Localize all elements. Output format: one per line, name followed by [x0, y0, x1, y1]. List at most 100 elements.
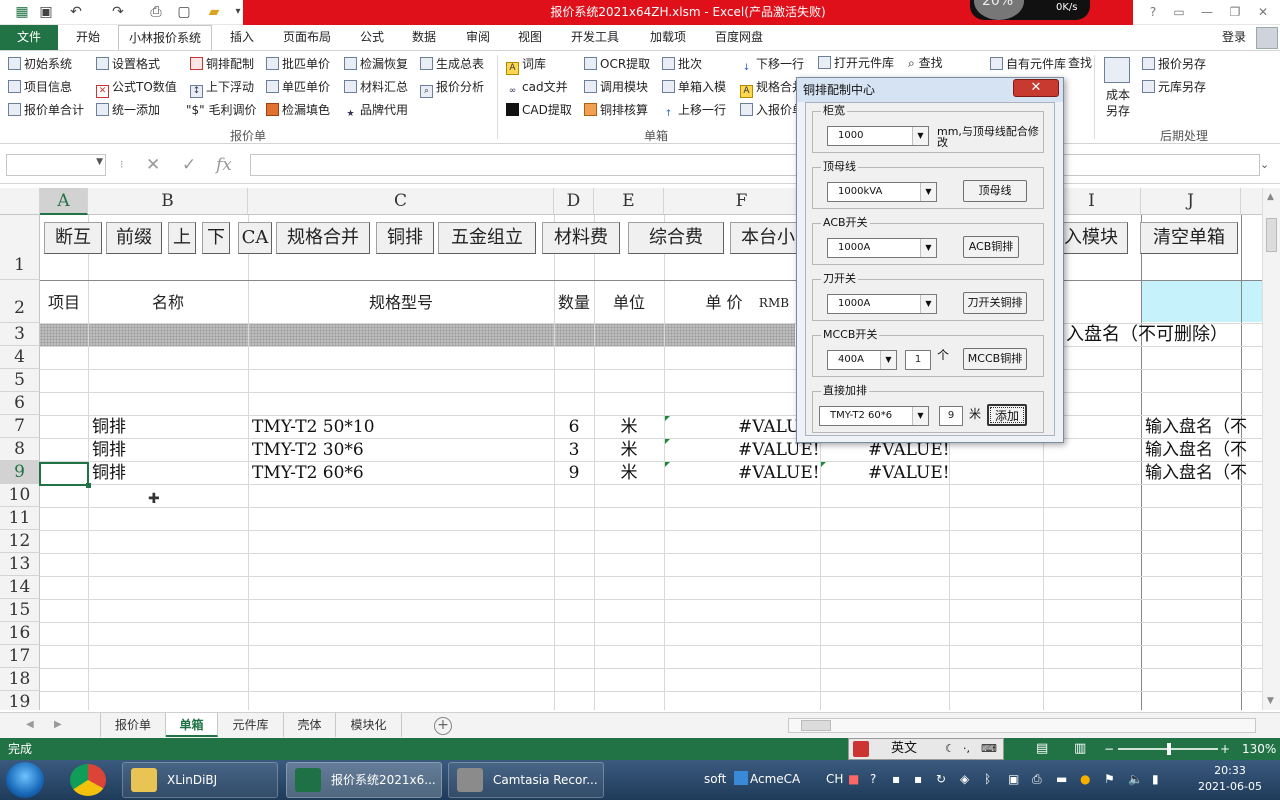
- zoom-out-icon[interactable]: −: [1104, 738, 1114, 760]
- row-header-11[interactable]: 11: [0, 507, 40, 530]
- sheet-tab-housing[interactable]: 壳体: [284, 713, 336, 737]
- tab-page-layout[interactable]: 页面布局: [274, 25, 340, 50]
- sheet-nav-next-icon[interactable]: ▶: [54, 713, 62, 737]
- expand-formula-icon[interactable]: ⌄: [1260, 154, 1269, 176]
- check-fill-color-button[interactable]: 检漏填色: [266, 99, 330, 121]
- tab-insert[interactable]: 插入: [220, 25, 264, 50]
- macro-button-spec-merge[interactable]: 规格合并: [276, 222, 370, 254]
- chevron-down-icon[interactable]: ▼: [920, 295, 936, 313]
- cell-D7[interactable]: 6: [554, 416, 594, 438]
- cell-G9[interactable]: #VALUE!: [868, 462, 950, 484]
- macro-button-clear-single-box[interactable]: 清空单箱: [1140, 222, 1238, 254]
- taskbar-app-excel[interactable]: 报价系统2021x6...: [286, 762, 442, 798]
- lexicon-button[interactable]: A 词库: [506, 53, 546, 75]
- tray-signal-icon[interactable]: ▮: [1152, 770, 1159, 788]
- cell-D8[interactable]: 3: [554, 439, 594, 461]
- cabinet-width-select[interactable]: 1000 ▼: [827, 126, 929, 146]
- taskbar-clock[interactable]: 20:33 2021-06-05: [1190, 763, 1270, 795]
- tab-file[interactable]: 文件: [0, 25, 58, 50]
- tab-developer[interactable]: 开发工具: [562, 25, 628, 50]
- name-box-dropdown-icon[interactable]: ▼: [96, 157, 103, 167]
- sheet-tab-quote[interactable]: 报价单: [100, 713, 166, 737]
- sheet-tab-single-box[interactable]: 单箱: [166, 713, 218, 737]
- check-restore-button[interactable]: 检漏恢复: [344, 53, 408, 75]
- macro-button-copper[interactable]: 铜排: [376, 222, 434, 254]
- tray-flag-icon[interactable]: ⚑: [1104, 770, 1115, 788]
- sheet-tab-component-lib[interactable]: 元件库: [218, 713, 284, 737]
- cell-C7[interactable]: TMY-T2 50*10: [252, 416, 375, 438]
- row-header-14[interactable]: 14: [0, 576, 40, 599]
- cell-B8[interactable]: 铜排: [92, 439, 126, 461]
- tray-help-icon[interactable]: ?: [870, 770, 876, 788]
- confirm-entry-icon[interactable]: ✓: [182, 154, 196, 176]
- find-button[interactable]: 查找: [1068, 52, 1092, 74]
- undo-icon[interactable]: ↶: [66, 3, 86, 21]
- macro-button-up[interactable]: 上: [168, 222, 196, 254]
- cost-save-as-button[interactable]: 成本另存: [1106, 87, 1134, 118]
- horizontal-scrollbar[interactable]: [788, 718, 1256, 733]
- redo-icon[interactable]: ↷: [108, 3, 128, 21]
- worksheet-grid[interactable]: A B C D E F G H I J 1 2 3 4 5 6 7 8 9 10…: [0, 188, 1280, 710]
- row-header-6[interactable]: 6: [0, 392, 40, 415]
- taskbar-app-camtasia[interactable]: Camtasia Recor...: [448, 762, 604, 798]
- row-header-5[interactable]: 5: [0, 369, 40, 392]
- row-header-2[interactable]: 2: [0, 280, 40, 323]
- quote-analysis-button[interactable]: ⌕ 报价分析: [420, 76, 484, 98]
- save-icon[interactable]: ▣: [36, 3, 56, 21]
- new-file-icon[interactable]: ▢: [174, 3, 194, 21]
- direct-add-length-input[interactable]: 9: [939, 406, 963, 426]
- cancel-entry-icon[interactable]: ✕: [146, 154, 160, 176]
- row-header-13[interactable]: 13: [0, 553, 40, 576]
- call-module-button[interactable]: 调用模块: [584, 76, 648, 98]
- init-system-button[interactable]: 初始系统: [8, 53, 72, 75]
- col-header-C[interactable]: C: [248, 188, 554, 215]
- ime-keyboard-icon[interactable]: ⌨: [981, 739, 997, 759]
- chevron-down-icon[interactable]: ▼: [880, 351, 896, 369]
- scroll-thumb[interactable]: [1266, 218, 1277, 252]
- row-header-18[interactable]: 18: [0, 668, 40, 691]
- chevron-down-icon[interactable]: ▼: [912, 127, 928, 145]
- macro-button-material-cost[interactable]: 材料费: [542, 222, 620, 254]
- row-header-7[interactable]: 7: [0, 415, 40, 438]
- row-header-16[interactable]: 16: [0, 622, 40, 645]
- col-header-E[interactable]: E: [594, 188, 664, 215]
- tray-bluetooth-icon[interactable]: ᛒ: [984, 770, 991, 788]
- tray-volume-icon[interactable]: 🔈: [1128, 770, 1143, 788]
- tray-notify-icon[interactable]: ▪: [892, 770, 900, 788]
- tray-network-icon[interactable]: ▣: [1008, 770, 1019, 788]
- ime-toolbar[interactable]: 英文 ☾ ·, ⌨: [848, 738, 1004, 760]
- copper-check-button[interactable]: 铜排核算: [584, 99, 648, 121]
- row-header-10[interactable]: 10: [0, 484, 40, 507]
- restore-icon[interactable]: ❐: [1224, 3, 1246, 21]
- tab-addins[interactable]: 加载项: [640, 25, 696, 50]
- mccb-copper-button[interactable]: MCCB铜排: [963, 348, 1027, 370]
- cell-F9[interactable]: #VALUE!: [738, 462, 820, 484]
- copper-config-button[interactable]: 铜排配制: [190, 53, 254, 75]
- chevron-down-icon[interactable]: ▼: [912, 407, 928, 425]
- move-down-button[interactable]: ↓ 下移一行: [740, 53, 804, 75]
- col-header-D[interactable]: D: [554, 188, 594, 215]
- col-header-A[interactable]: A: [40, 188, 88, 215]
- select-all-corner[interactable]: [0, 188, 40, 215]
- row-header-3[interactable]: 3: [0, 323, 40, 346]
- cad-text-button[interactable]: ∞ cad文并: [506, 76, 568, 98]
- batch-button[interactable]: 批次: [662, 53, 702, 75]
- sheet-nav-prev-icon[interactable]: ◀: [26, 713, 34, 737]
- macro-button-unit-subtotal[interactable]: 本台小: [730, 222, 806, 254]
- tab-data[interactable]: 数据: [402, 25, 446, 50]
- tray-app-icon[interactable]: ▪: [914, 770, 922, 788]
- margin-adjust-button[interactable]: "$" 毛利调价: [186, 99, 257, 121]
- direct-add-select[interactable]: TMY-T2 60*6 ▼: [819, 406, 929, 426]
- row-header-9[interactable]: 9: [0, 461, 40, 484]
- login-link[interactable]: 登录: [1222, 25, 1246, 50]
- acb-select[interactable]: 1000A ▼: [827, 238, 937, 258]
- name-box[interactable]: ▼: [6, 154, 106, 176]
- generate-summary-button[interactable]: 生成总表: [420, 53, 484, 75]
- scroll-down-icon[interactable]: ▼: [1267, 696, 1274, 706]
- cell-E7[interactable]: 米: [594, 416, 664, 438]
- print-preview-icon[interactable]: ⎙: [146, 3, 166, 21]
- unified-add-button[interactable]: 统一添加: [96, 99, 160, 121]
- row-header-17[interactable]: 17: [0, 645, 40, 668]
- avatar[interactable]: [1256, 27, 1278, 49]
- taskbar-app-folder[interactable]: XLinDiBJ: [122, 762, 278, 798]
